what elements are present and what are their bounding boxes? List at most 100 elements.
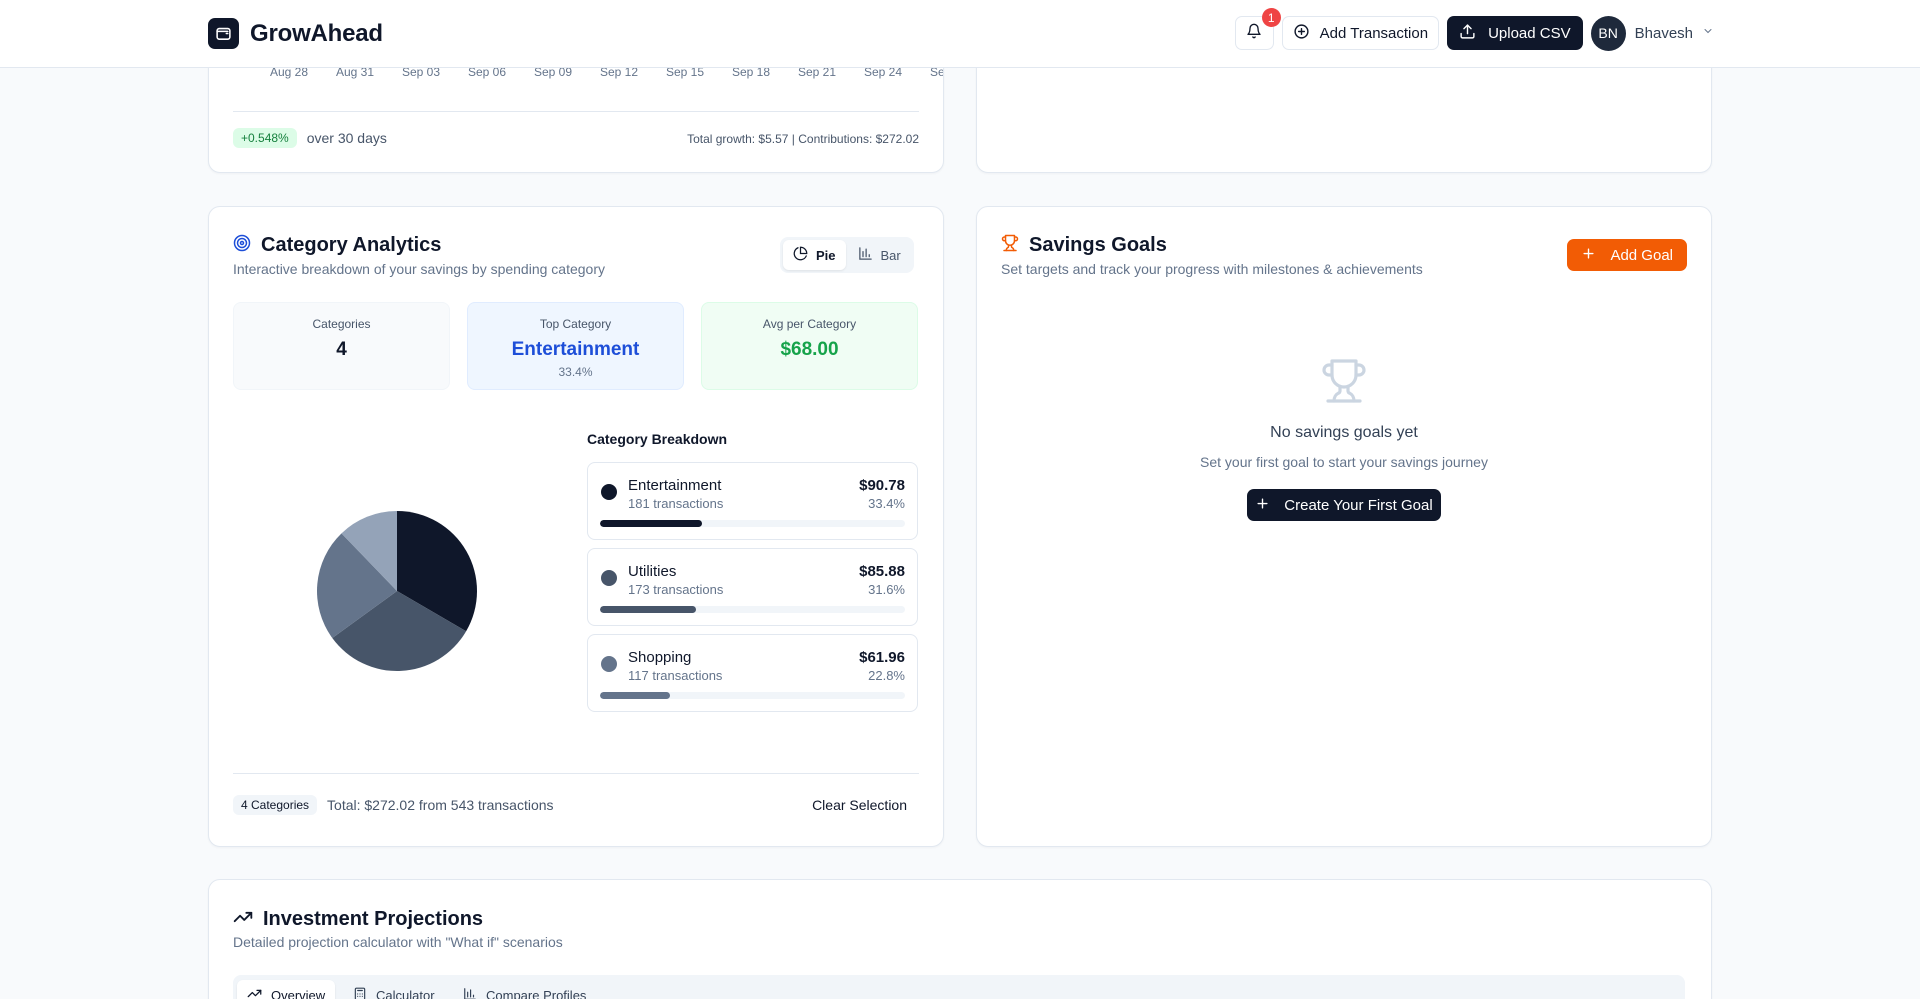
category-breakdown-item[interactable]: Shopping 117 transactions $61.96 22.8%	[587, 634, 918, 712]
bell-icon	[1246, 23, 1262, 44]
category-transactions: 181 transactions	[628, 496, 724, 511]
empty-state-title: No savings goals yet	[1270, 424, 1418, 441]
stat-top-category: Top Category Entertainment 33.4%	[467, 302, 684, 390]
empty-state-subtitle: Set your first goal to start your saving…	[1200, 454, 1488, 470]
stat-categories-value: 4	[336, 339, 347, 360]
stat-categories: Categories 4	[233, 302, 450, 390]
category-amount: $90.78	[859, 477, 905, 494]
create-first-goal-button[interactable]: Create Your First Goal	[1247, 489, 1441, 521]
category-color-dot	[601, 570, 617, 586]
category-name: Entertainment	[628, 477, 722, 494]
stat-top-category-value: Entertainment	[511, 339, 640, 360]
add-transaction-button[interactable]: Add Transaction	[1281, 16, 1440, 50]
category-analytics-subtitle: Interactive breakdown of your savings by…	[233, 261, 605, 277]
growth-period: over 30 days	[306, 130, 387, 146]
notifications-button[interactable]: 1	[1234, 8, 1281, 50]
x-axis: Aug 28 Aug 31 Sep 03 Sep 06 Sep 09 Sep 12 Sep …	[270, 65, 943, 85]
plus-icon	[1581, 246, 1596, 265]
category-transactions: 117 transactions	[628, 668, 723, 683]
create-first-goal-label: Create Your First Goal	[1284, 496, 1433, 514]
tab-compare-profiles-label: Compare Profiles	[486, 987, 587, 999]
category-breakdown-item[interactable]: Entertainment 181 transactions $90.78 33.4%	[587, 462, 918, 540]
stat-avg-category-value: $68.00	[780, 339, 839, 360]
category-progress-track	[600, 692, 905, 699]
trending-up-icon	[247, 986, 262, 999]
tab-overview-label: Overview	[271, 987, 326, 999]
top-header: GrowAhead 1 Add Transaction Upload CSV B…	[0, 0, 1920, 68]
stat-avg-category-label: Avg per Category	[762, 317, 857, 331]
user-name: Bhavesh	[1634, 24, 1693, 42]
bar-view-button[interactable]: Bar	[848, 240, 911, 270]
chart-type-toggle: Pie Bar	[780, 237, 914, 273]
tab-compare-profiles[interactable]: Compare Profiles	[453, 980, 596, 999]
avatar: BN	[1590, 15, 1626, 51]
savings-goals-card: Savings Goals Set targets and track your…	[976, 206, 1712, 847]
category-progress-track	[600, 606, 905, 613]
stat-avg-category: Avg per Category $68.00	[701, 302, 918, 390]
category-progress-track	[600, 520, 905, 527]
category-name: Shopping	[628, 649, 692, 666]
category-percent: 33.4%	[868, 496, 905, 511]
category-transactions: 173 transactions	[628, 582, 724, 597]
category-color-dot	[601, 656, 617, 672]
investment-projections-title: Investment Projections	[263, 908, 484, 930]
notification-count-badge: 1	[1261, 8, 1281, 27]
category-breakdown-title: Category Breakdown	[587, 431, 728, 447]
trending-up-icon	[233, 907, 253, 932]
category-percent: 22.8%	[868, 668, 905, 683]
chevron-down-icon	[1702, 24, 1714, 42]
upload-icon	[1459, 23, 1476, 44]
investment-projections-card: Investment Projections Detailed projecti…	[208, 879, 1712, 999]
category-color-dot	[601, 484, 617, 500]
calculator-icon	[353, 987, 367, 999]
upload-csv-button[interactable]: Upload CSV	[1447, 16, 1583, 50]
pie-chart-icon	[793, 246, 808, 264]
growth-totals: Total growth: $5.57 | Contributions: $27…	[687, 132, 919, 146]
plus-icon	[1255, 496, 1270, 515]
pie-view-button[interactable]: Pie	[783, 240, 846, 270]
category-name: Utilities	[628, 563, 677, 580]
tab-calculator-label: Calculator	[376, 987, 435, 999]
brand[interactable]: GrowAhead	[208, 18, 383, 49]
plus-circle-icon	[1293, 23, 1310, 44]
upload-csv-label: Upload CSV	[1488, 24, 1571, 42]
savings-goals-subtitle: Set targets and track your progress with…	[1001, 261, 1423, 277]
categories-count-badge: 4 Categories	[233, 795, 318, 815]
wallet-icon	[208, 18, 239, 49]
divider	[233, 111, 919, 112]
investment-projections-subtitle: Detailed projection calculator with "Wha…	[233, 934, 563, 950]
category-percent: 31.6%	[868, 582, 905, 597]
savings-goals-title: Savings Goals	[1029, 234, 1167, 256]
add-goal-button[interactable]: Add Goal	[1567, 239, 1687, 271]
category-progress-fill	[600, 520, 702, 527]
pie-view-label: Pie	[816, 247, 836, 263]
category-analytics-title: Category Analytics	[261, 234, 442, 256]
clear-selection-button[interactable]: Clear Selection	[812, 797, 907, 813]
empty-trophy-icon	[977, 357, 1711, 405]
category-amount: $85.88	[859, 563, 905, 580]
category-breakdown-item[interactable]: Utilities 173 transactions $85.88 31.6%	[587, 548, 918, 626]
add-goal-label: Add Goal	[1610, 246, 1673, 264]
bar-chart-icon	[858, 246, 873, 264]
add-transaction-label: Add Transaction	[1319, 24, 1429, 42]
category-progress-fill	[600, 606, 697, 613]
tab-calculator[interactable]: Calculator	[343, 980, 445, 999]
user-menu[interactable]: BN Bhavesh	[1590, 15, 1714, 51]
growth-percent-badge: +0.548%	[233, 128, 297, 148]
target-icon	[233, 234, 251, 257]
stat-top-category-label: Top Category	[539, 317, 612, 331]
bar-chart-icon	[463, 987, 477, 999]
tab-overview[interactable]: Overview	[237, 980, 336, 999]
projection-tabs: Overview Calculator Compare Profiles	[233, 975, 1685, 999]
brand-name: GrowAhead	[250, 19, 383, 47]
category-analytics-card: Category Analytics Interactive breakdown…	[208, 206, 944, 847]
category-pie-chart[interactable]	[313, 507, 481, 675]
stat-top-category-pct: 33.4%	[558, 365, 593, 379]
divider	[233, 773, 919, 774]
category-total-text: Total: $272.02 from 543 transactions	[327, 797, 554, 813]
stat-categories-label: Categories	[312, 317, 371, 331]
trophy-icon	[1001, 234, 1019, 257]
category-progress-fill	[600, 692, 670, 699]
bar-view-label: Bar	[880, 247, 901, 263]
category-amount: $61.96	[859, 649, 905, 666]
